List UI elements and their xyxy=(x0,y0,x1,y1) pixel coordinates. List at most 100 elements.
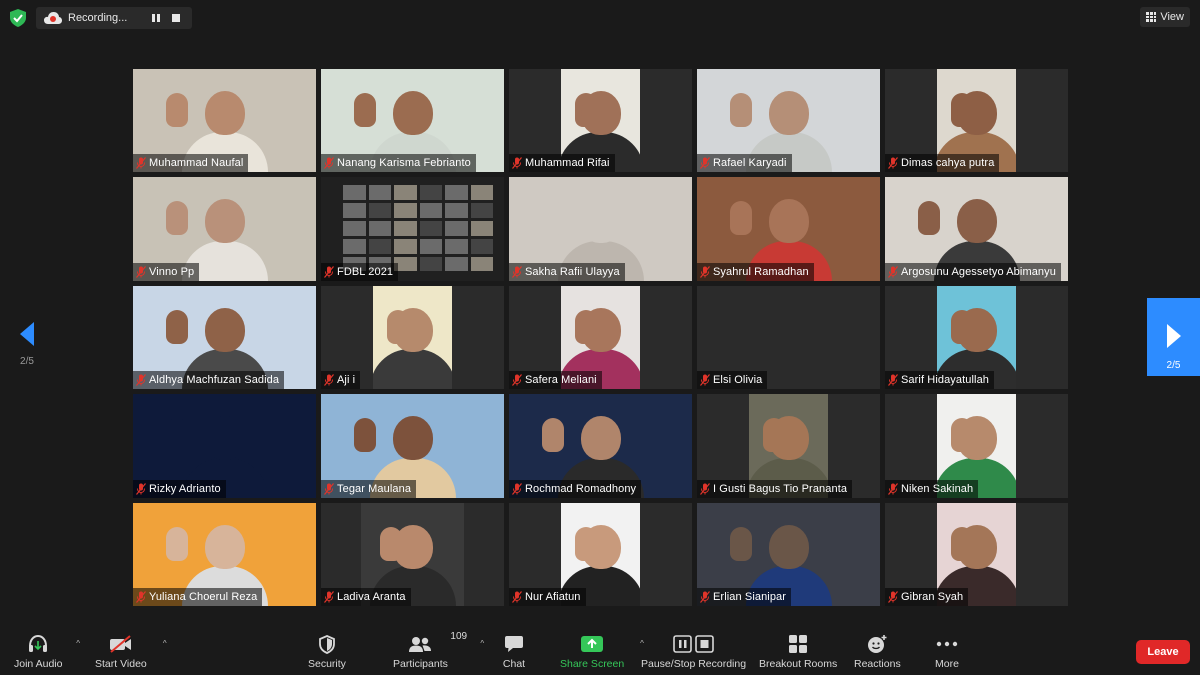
participant-tile[interactable]: Sarif Hidayatullah xyxy=(885,285,1068,390)
participant-name: Muhammad Rifai xyxy=(525,157,610,170)
participant-tile[interactable]: Erlian Sianipar xyxy=(697,502,880,606)
participant-name-tag: Rafael Karyadi xyxy=(697,154,792,173)
participant-tile[interactable]: Syahrul Ramadhan xyxy=(697,177,880,281)
participant-name: Aldhya Machfuzan Sadida xyxy=(149,374,280,387)
view-button[interactable]: View xyxy=(1140,7,1190,27)
participant-tile[interactable]: Vinno Pp xyxy=(133,177,316,281)
mic-muted-icon xyxy=(700,374,710,387)
participant-name: Tegar Maulana xyxy=(337,482,412,495)
video-off-icon xyxy=(109,635,131,653)
participant-name-tag: Nanang Karisma Febrianto xyxy=(321,154,476,173)
mic-muted-icon xyxy=(700,591,710,603)
shield-check-icon[interactable] xyxy=(10,9,26,27)
participant-tile[interactable]: Muhammad Rifai xyxy=(509,69,692,173)
participant-name-tag: Safera Meliani xyxy=(509,371,602,390)
participant-tile[interactable]: Ladiva Aranta xyxy=(321,502,504,606)
gallery-grid: Muhammad Naufal Nanang Karisma Febrianto M… xyxy=(133,69,1068,606)
mic-muted-icon xyxy=(888,265,898,278)
participant-tile[interactable]: I Gusti Bagus Tio Prananta xyxy=(697,394,880,498)
view-label: View xyxy=(1160,11,1184,23)
breakout-rooms-icon xyxy=(789,635,808,653)
join-audio-label: Join Audio xyxy=(14,658,63,670)
participant-name-tag: Sarif Hidayatullah xyxy=(885,371,995,390)
share-screen-label: Share Screen xyxy=(560,658,625,670)
participant-name-tag: Yuliana Choerul Reza xyxy=(133,587,263,606)
leave-button[interactable]: Leave xyxy=(1136,640,1190,664)
share-screen-button[interactable]: ^ Share Screen xyxy=(560,633,644,670)
participant-tile[interactable]: Rafael Karyadi xyxy=(697,69,880,173)
participant-name: Rizky Adrianto xyxy=(149,482,221,495)
participant-name: Dimas cahya putra xyxy=(901,157,995,170)
participant-name-tag: FDBL 2021 xyxy=(321,262,399,281)
join-audio-button[interactable]: ^ Join Audio xyxy=(14,633,80,670)
participant-name: Elsi Olivia xyxy=(713,374,763,387)
participant-name: Niken Sakinah xyxy=(901,482,974,495)
breakout-rooms-label: Breakout Rooms xyxy=(759,658,838,670)
mic-muted-icon xyxy=(512,482,522,495)
arrow-right-icon xyxy=(1166,324,1181,348)
participant-tile[interactable]: Muhammad Naufal xyxy=(133,69,316,173)
participant-tile[interactable]: Gibran Syah xyxy=(885,502,1068,606)
participant-tile[interactable]: Nanang Karisma Febrianto xyxy=(321,69,504,173)
participant-name: Sarif Hidayatullah xyxy=(901,374,990,387)
participant-name-tag: Vinno Pp xyxy=(133,262,200,281)
reactions-button[interactable]: Reactions xyxy=(854,633,901,670)
next-page-button[interactable]: 2/5 xyxy=(1147,298,1200,376)
participant-tile[interactable]: Tegar Maulana xyxy=(321,394,504,498)
participants-caret-icon[interactable]: ^ xyxy=(480,639,484,648)
participant-name-tag: Aji i xyxy=(321,371,361,390)
participants-button[interactable]: 109 ^ Participants xyxy=(393,631,484,670)
participant-name: Rochmad Romadhony xyxy=(525,482,637,495)
mic-muted-icon xyxy=(888,591,898,603)
mic-muted-icon xyxy=(700,482,710,495)
reactions-icon xyxy=(868,635,887,653)
participant-name-tag: Muhammad Naufal xyxy=(133,154,249,173)
page-indicator-left: 2/5 xyxy=(20,356,34,367)
mic-muted-icon xyxy=(324,157,334,170)
start-video-label: Start Video xyxy=(95,658,147,670)
participant-tile[interactable]: Nur Afiatun xyxy=(509,502,692,606)
participant-tile[interactable]: Rizky Adrianto xyxy=(133,394,316,498)
security-button[interactable]: Security xyxy=(308,633,346,670)
top-bar: Recording... View xyxy=(0,0,1200,36)
stop-recording-icon[interactable] xyxy=(172,14,180,22)
recording-label: Recording... xyxy=(68,12,128,24)
join-audio-caret-icon[interactable]: ^ xyxy=(76,639,80,648)
more-button[interactable]: More xyxy=(935,633,959,670)
mic-muted-icon xyxy=(888,374,898,387)
mic-muted-icon xyxy=(324,591,334,603)
participant-tile[interactable]: Dimas cahya putra xyxy=(885,69,1068,173)
participant-tile[interactable]: Safera Meliani xyxy=(509,285,692,390)
start-video-button[interactable]: ^ Start Video xyxy=(95,633,167,670)
mic-muted-icon xyxy=(324,265,334,278)
participant-name-tag: Muhammad Rifai xyxy=(509,154,615,173)
breakout-rooms-button[interactable]: Breakout Rooms xyxy=(759,633,837,670)
previous-page-button[interactable]: 2/5 xyxy=(14,322,40,367)
chat-icon xyxy=(505,636,523,652)
participant-name-tag: Gibran Syah xyxy=(885,587,969,606)
mic-muted-icon xyxy=(888,157,898,170)
participant-name: Nanang Karisma Febrianto xyxy=(337,157,471,170)
participant-name-tag: Sakha Rafii Ulayya xyxy=(509,262,625,281)
participant-tile[interactable]: Aji i xyxy=(321,285,504,390)
participant-tile[interactable]: Elsi Olivia xyxy=(697,285,880,390)
shield-icon xyxy=(319,634,335,654)
participant-tile[interactable]: Rochmad Romadhony xyxy=(509,394,692,498)
participant-tile[interactable]: Sakha Rafii Ulayya xyxy=(509,177,692,281)
participant-tile[interactable]: Yuliana Choerul Reza xyxy=(133,502,316,606)
participant-tile[interactable]: FDBL 2021 xyxy=(321,177,504,281)
participant-tile[interactable]: Aldhya Machfuzan Sadida xyxy=(133,285,316,390)
start-video-caret-icon[interactable]: ^ xyxy=(163,639,167,648)
participant-name: FDBL 2021 xyxy=(337,265,394,278)
participant-name-tag: I Gusti Bagus Tio Prananta xyxy=(697,479,853,498)
share-screen-icon xyxy=(581,636,604,652)
mic-muted-icon xyxy=(512,591,522,603)
participant-name: Yuliana Choerul Reza xyxy=(149,590,258,603)
pause-stop-recording-button[interactable]: Pause/Stop Recording xyxy=(641,633,746,670)
pause-recording-icon[interactable] xyxy=(150,12,162,24)
headphones-icon xyxy=(29,634,48,652)
chat-button[interactable]: Chat xyxy=(502,633,526,670)
participant-tile[interactable]: Argosunu Agessetyo Abimanyu xyxy=(885,177,1068,281)
participant-tile[interactable]: Niken Sakinah xyxy=(885,394,1068,498)
participant-name-tag: Dimas cahya putra xyxy=(885,154,1000,173)
